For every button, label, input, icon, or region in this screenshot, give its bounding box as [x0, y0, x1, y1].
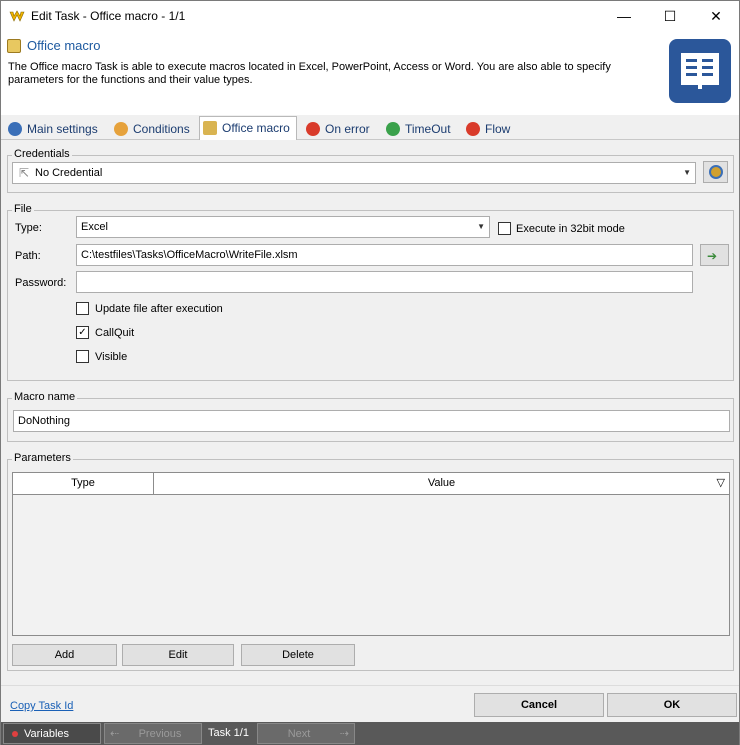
- previous-button[interactable]: ⇠ Previous: [104, 723, 202, 744]
- timeout-icon: [386, 122, 400, 136]
- cancel-button[interactable]: Cancel: [474, 693, 604, 717]
- maximize-icon: ☐: [663, 8, 677, 24]
- file-group: File Type: Excel ▼ Execute in 32bit mode…: [7, 203, 734, 381]
- document-page-shape: [681, 53, 719, 85]
- pointer-icon: ⇱: [19, 166, 30, 180]
- path-label: Path:: [15, 250, 41, 262]
- value-column-header[interactable]: Value ▽: [154, 473, 729, 495]
- ok-button[interactable]: OK: [607, 693, 737, 717]
- task-title: Office macro: [27, 38, 101, 53]
- callquit-label: CallQuit: [95, 327, 135, 339]
- flow-icon: [466, 122, 480, 136]
- copy-task-id-link[interactable]: Copy Task Id: [10, 700, 73, 712]
- credentials-legend: Credentials: [12, 148, 72, 160]
- navigation-bar: Variables ⇠ Previous Task 1/1 Next ⇢: [1, 722, 739, 745]
- app-logo-icon: [9, 10, 25, 22]
- type-select[interactable]: Excel ▼: [76, 216, 490, 238]
- update-file-label: Update file after execution: [95, 303, 223, 315]
- open-file-icon: ➔: [707, 249, 718, 263]
- tab-on-error[interactable]: On error: [303, 118, 370, 140]
- clock-icon: [114, 122, 128, 136]
- variables-button[interactable]: Variables: [3, 723, 101, 744]
- tab-office-macro[interactable]: Office macro: [199, 116, 297, 141]
- arrow-left-icon: ⇠: [110, 728, 120, 740]
- error-icon: [306, 122, 320, 136]
- type-column-header[interactable]: Type: [13, 473, 154, 495]
- tab-conditions[interactable]: Conditions: [111, 118, 190, 140]
- macro-name-group: Macro name DoNothing: [7, 391, 734, 442]
- settings-gear-icon: [709, 165, 723, 179]
- execute-32bit-label: Execute in 32bit mode: [516, 223, 625, 235]
- password-label: Password:: [15, 277, 67, 289]
- chevron-down-icon: ▼: [683, 168, 691, 177]
- checkmark-icon: ✓: [78, 327, 87, 338]
- close-icon: ✕: [710, 8, 722, 24]
- parameters-grid[interactable]: Type Value ▽: [12, 472, 730, 636]
- tab-timeout[interactable]: TimeOut: [383, 118, 451, 140]
- tab-content: Credentials ⇱ No Credential ▼ File Type:…: [1, 140, 739, 685]
- tab-flow[interactable]: Flow: [463, 118, 510, 140]
- filter-icon[interactable]: ▽: [717, 473, 725, 494]
- chevron-down-icon: ▼: [477, 222, 485, 231]
- dialog-footer: Copy Task Id Cancel OK: [1, 685, 739, 721]
- close-button[interactable]: ✕: [693, 1, 739, 31]
- tab-main-settings[interactable]: Main settings: [5, 118, 98, 140]
- browse-file-button[interactable]: ➔: [700, 244, 729, 266]
- next-button[interactable]: Next ⇢: [257, 723, 355, 744]
- edit-task-window: Edit Task - Office macro - 1/1 — ☐ ✕ Off…: [0, 0, 740, 745]
- manage-credentials-button[interactable]: [703, 161, 728, 183]
- credential-select[interactable]: ⇱ No Credential ▼: [12, 162, 696, 184]
- task-counter: Task 1/1: [208, 727, 249, 739]
- minimize-button[interactable]: —: [601, 1, 647, 31]
- word-document-icon: [669, 39, 731, 103]
- path-input[interactable]: C:\testfiles\Tasks\OfficeMacro\WriteFile…: [76, 244, 693, 266]
- password-input[interactable]: [76, 271, 693, 293]
- office-macro-icon: [7, 39, 21, 53]
- arrow-right-icon: ⇢: [339, 728, 349, 740]
- minimize-icon: —: [617, 8, 631, 24]
- window-title: Edit Task - Office macro - 1/1: [31, 9, 186, 23]
- visible-checkbox[interactable]: [76, 350, 89, 363]
- edit-parameter-button[interactable]: Edit: [122, 644, 234, 666]
- macro-name-legend: Macro name: [12, 391, 78, 403]
- type-label: Type:: [15, 222, 42, 234]
- file-legend: File: [12, 203, 34, 215]
- callquit-checkbox[interactable]: ✓: [76, 326, 89, 339]
- macro-name-input[interactable]: DoNothing: [13, 410, 730, 432]
- task-header: Office macro The Office macro Task is ab…: [1, 31, 739, 115]
- tab-bar: Main settings Conditions Office macro On…: [1, 115, 739, 141]
- gear-icon: [8, 122, 22, 136]
- visible-label: Visible: [95, 351, 128, 363]
- variables-icon: [12, 731, 18, 737]
- delete-parameter-button[interactable]: Delete: [241, 644, 355, 666]
- task-description: The Office macro Task is able to execute…: [8, 61, 611, 86]
- document-icon: [203, 121, 217, 135]
- credentials-group: Credentials ⇱ No Credential ▼: [7, 148, 734, 193]
- title-bar: Edit Task - Office macro - 1/1 — ☐ ✕: [1, 1, 739, 31]
- maximize-button[interactable]: ☐: [647, 1, 693, 31]
- add-parameter-button[interactable]: Add: [12, 644, 117, 666]
- update-file-checkbox[interactable]: [76, 302, 89, 315]
- parameters-legend: Parameters: [12, 452, 73, 464]
- execute-32bit-checkbox[interactable]: [498, 222, 511, 235]
